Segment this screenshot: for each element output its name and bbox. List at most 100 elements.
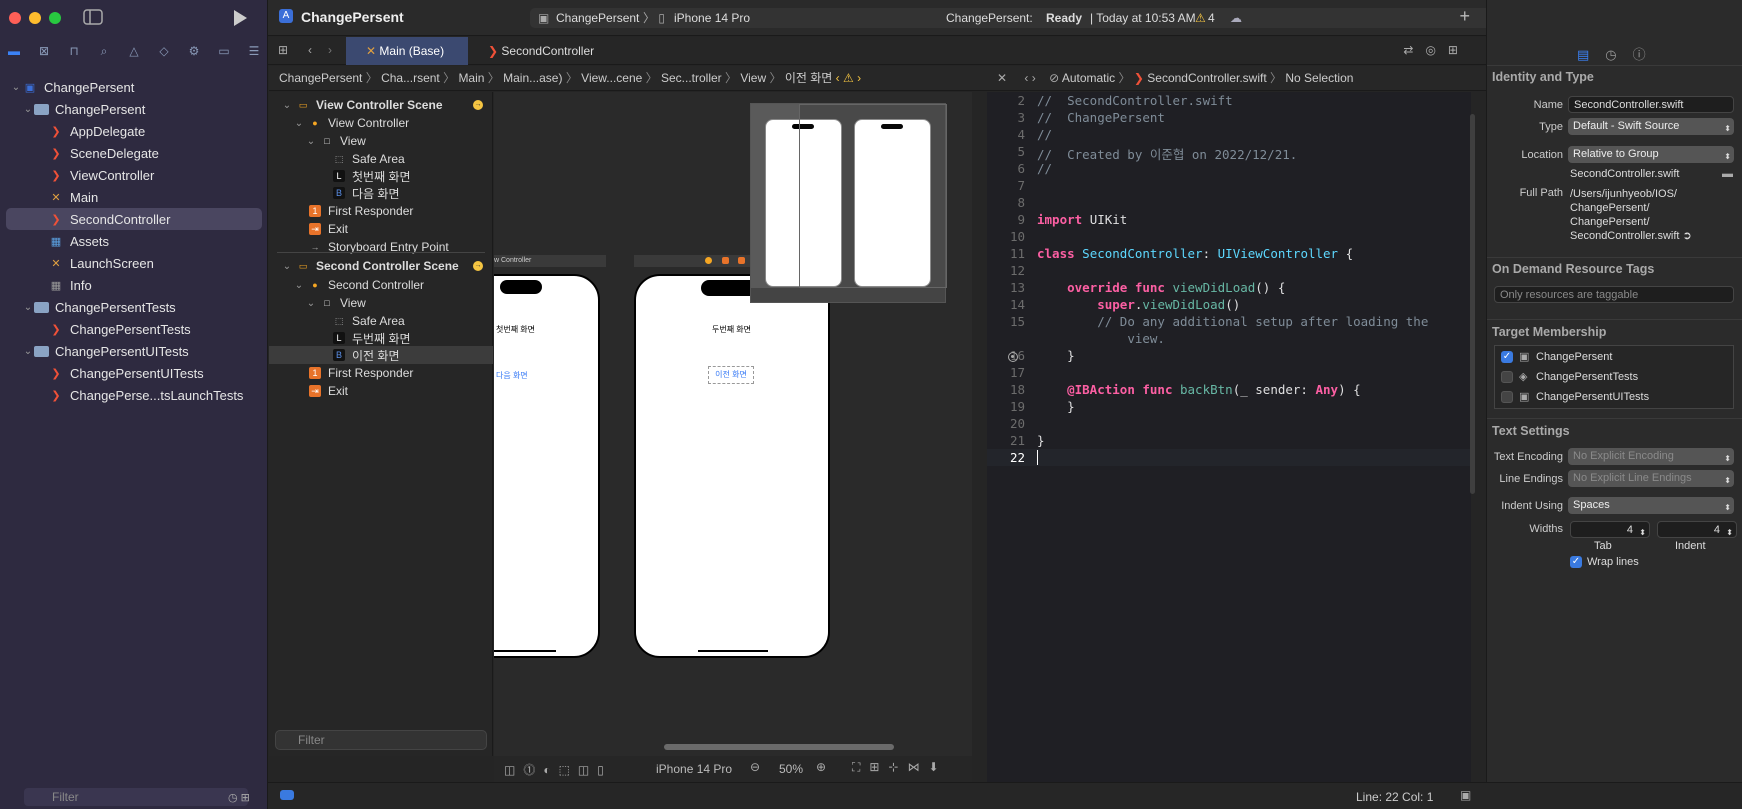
- run-button[interactable]: [232, 9, 248, 30]
- warning-icon[interactable]: △: [124, 42, 144, 60]
- canvas-mode-icons[interactable]: ◫⓵◐⬚◫▯: [504, 761, 612, 778]
- scene2-label[interactable]: 두번째 화면: [712, 324, 751, 335]
- storyboard-canvas[interactable]: w Controller 첫번째 화면 다음 화면 두번째 화면 이전 화면: [494, 92, 972, 756]
- folder-reveal-icon[interactable]: ▬: [1722, 168, 1733, 180]
- breadcrumb-item[interactable]: View: [740, 71, 766, 85]
- location-popup[interactable]: Relative to Group ⬍: [1568, 146, 1734, 163]
- recent-filter-icon[interactable]: ◷ ⊞: [228, 791, 250, 804]
- zoom-window-button[interactable]: [49, 12, 61, 24]
- code-line[interactable]: // Created by 이준협 on 2022/12/21.: [1037, 144, 1297, 163]
- outline-item[interactable]: B 다음 화면: [269, 184, 493, 202]
- editor-scrollbar[interactable]: [1470, 114, 1475, 494]
- forward-icon[interactable]: ›: [328, 43, 332, 57]
- debug-icon[interactable]: ⚙: [184, 42, 204, 60]
- outline-item[interactable]: B 이전 화면: [269, 346, 493, 364]
- device-config-button[interactable]: iPhone 14 Pro: [656, 762, 732, 776]
- outline-item[interactable]: 1 First Responder: [269, 364, 493, 382]
- close-split-icon[interactable]: ✕: [987, 71, 1007, 85]
- automatic-mode[interactable]: Automatic: [1062, 71, 1115, 85]
- chevron-down-icon[interactable]: ⌄: [305, 136, 317, 147]
- outline-filter-input[interactable]: Filter: [275, 730, 487, 750]
- breadcrumb-item[interactable]: Main: [458, 71, 484, 85]
- code-line[interactable]: class SecondController: UIViewController…: [1037, 246, 1353, 261]
- issue-navigation-icon[interactable]: ‹ ⚠ ›: [832, 71, 861, 85]
- warning-triangle-icon[interactable]: ⚠: [1195, 8, 1206, 28]
- code-line[interactable]: }: [1037, 399, 1075, 414]
- breadcrumb-item[interactable]: Sec...troller: [661, 71, 722, 85]
- search-icon[interactable]: ⌕: [94, 42, 114, 60]
- chevron-down-icon[interactable]: ⌄: [22, 302, 34, 313]
- outline-item[interactable]: 1 First Responder: [269, 202, 493, 220]
- scene-segue-icon[interactable]: →: [473, 261, 483, 271]
- symbol-icon[interactable]: ⊓: [64, 42, 84, 60]
- layout-toggle-icon[interactable]: ▣: [1460, 788, 1471, 802]
- chevron-down-icon[interactable]: ⌄: [281, 261, 293, 272]
- warning-count[interactable]: 4: [1208, 8, 1215, 28]
- indent-using-popup[interactable]: Spaces ⬍: [1568, 497, 1734, 514]
- minimize-window-button[interactable]: [29, 12, 41, 24]
- code-line[interactable]: //: [1037, 127, 1052, 142]
- code-line[interactable]: import UIKit: [1037, 212, 1127, 227]
- grid-icon[interactable]: ⊞: [278, 43, 288, 57]
- chevron-down-icon[interactable]: ⌄: [293, 280, 305, 291]
- chevron-down-icon[interactable]: ⌄: [293, 118, 305, 129]
- outline-item[interactable]: ⬚ Safe Area: [269, 312, 493, 330]
- folder-icon[interactable]: ▬: [4, 42, 24, 60]
- scene1-title-bar[interactable]: w Controller: [494, 255, 606, 267]
- wrap-lines-checkbox[interactable]: ✓: [1570, 556, 1582, 568]
- zoom-level[interactable]: 50%: [779, 762, 803, 776]
- jump-selection[interactable]: No Selection: [1285, 71, 1353, 85]
- chevron-down-icon[interactable]: ⌄: [281, 100, 293, 111]
- code-line[interactable]: // ChangePersent: [1037, 110, 1165, 125]
- outline-item[interactable]: L 두번째 화면: [269, 329, 493, 347]
- target-checkbox-tests[interactable]: [1501, 371, 1513, 383]
- chevron-down-icon[interactable]: ⌄: [10, 82, 22, 93]
- outline-item[interactable]: ⇥ Exit: [269, 220, 493, 238]
- code-line[interactable]: @IBAction func backBtn(_ sender: Any) {: [1037, 382, 1361, 397]
- tab-main-base[interactable]: ✕ Main (Base): [346, 37, 468, 65]
- outline-item[interactable]: ⌄ □ View: [269, 294, 493, 312]
- outline-item[interactable]: ⌄ ● View Controller: [269, 114, 493, 132]
- horizontal-scrollbar[interactable]: [664, 744, 894, 750]
- nav-item-changepersenttests[interactable]: ⌄ ChangePersentTests: [0, 296, 268, 318]
- layout-tools-icons[interactable]: ⛶⊞⊹⋈⬇: [852, 760, 948, 775]
- sidebar-toggle-icon[interactable]: [83, 9, 103, 28]
- outline-item[interactable]: ⌄ ● Second Controller: [269, 276, 493, 294]
- source-editor[interactable]: 2 // SecondController.swift 3 // ChangePers…: [987, 92, 1475, 782]
- outline-item[interactable]: L 첫번째 화면: [269, 167, 493, 185]
- nav-item-secondcontroller[interactable]: ❯ SecondController: [6, 208, 262, 230]
- file-inspector-icon[interactable]: ▤: [1577, 47, 1605, 62]
- breadcrumb-item[interactable]: View...cene: [581, 71, 642, 85]
- navigator-filter-input[interactable]: Filter: [24, 788, 248, 806]
- history-icon[interactable]: ◷: [1605, 47, 1632, 62]
- nav-item-main[interactable]: ✕ Main: [0, 186, 268, 208]
- scene1-next-button[interactable]: 다음 화면: [496, 370, 528, 381]
- scene-segue-icon[interactable]: →: [473, 100, 483, 110]
- line-endings-popup[interactable]: No Explicit Line Endings ⬍: [1568, 470, 1734, 487]
- source-control-icon[interactable]: ⊠: [34, 42, 54, 60]
- ibaction-connection-icon[interactable]: [1008, 352, 1018, 362]
- code-line[interactable]: // SecondController.swift: [1037, 93, 1233, 108]
- nav-item-changeperse-tslaunchtests[interactable]: ❯ ChangePerse...tsLaunchTests: [0, 384, 268, 406]
- chevron-down-icon[interactable]: ⌄: [305, 298, 317, 309]
- scene1-iphone[interactable]: 첫번째 화면 다음 화면: [494, 274, 600, 658]
- chevron-down-icon[interactable]: ⌄: [22, 104, 34, 115]
- debug-area-toggle-icon[interactable]: [280, 790, 294, 800]
- indent-width-field[interactable]: 4 ⬍: [1657, 521, 1737, 538]
- scene2-back-button[interactable]: 이전 화면: [708, 366, 754, 384]
- breakpoint-icon[interactable]: ▭: [214, 42, 234, 60]
- editor-options-icon[interactable]: ⇄◎⊞: [1403, 43, 1470, 57]
- nav-item-assets[interactable]: ▦ Assets: [0, 230, 268, 252]
- close-window-button[interactable]: [9, 12, 21, 24]
- device-selector[interactable]: iPhone 14 Pro: [674, 8, 750, 28]
- nav-item-changepersentuitests[interactable]: ⌄ ChangePersentUITests: [0, 340, 268, 362]
- nav-item-appdelegate[interactable]: ❯ AppDelegate: [0, 120, 268, 142]
- code-line[interactable]: //: [1037, 161, 1052, 176]
- code-line[interactable]: }: [1037, 348, 1075, 363]
- breadcrumb-item[interactable]: 이전 화면: [785, 71, 833, 85]
- nav-item-viewcontroller[interactable]: ❯ ViewController: [0, 164, 268, 186]
- nav-item-changepersentuitests[interactable]: ❯ ChangePersentUITests: [0, 362, 268, 384]
- chevron-down-icon[interactable]: ⌄: [22, 346, 34, 357]
- inspector-tabs[interactable]: ▤◷ⓘ: [1577, 44, 1662, 63]
- code-line[interactable]: // Do any additional setup after loading…: [1037, 314, 1428, 329]
